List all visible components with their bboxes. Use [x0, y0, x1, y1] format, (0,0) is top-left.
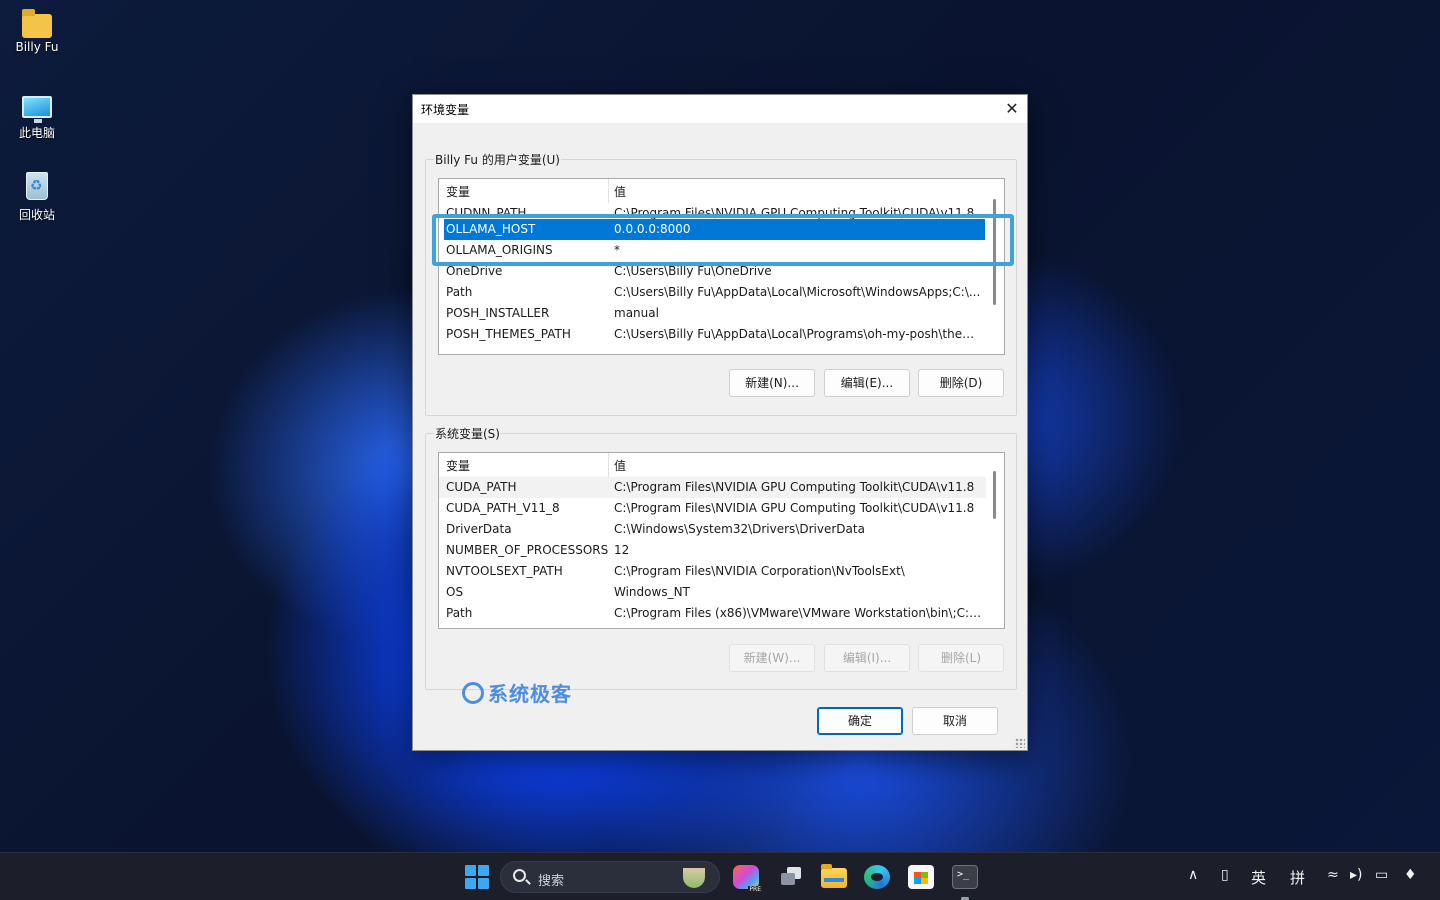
row-value: C:\Windows\System32\Drivers\DriverData	[614, 522, 865, 536]
list-row[interactable]: NVTOOLSEXT_PATH C:\Program Files\NVIDIA …	[439, 561, 986, 582]
desktop-icon-label: 回收站	[18, 208, 55, 222]
row-name: NUMBER_OF_PROCESSORS	[446, 543, 609, 557]
start-button[interactable]	[465, 865, 489, 889]
list-row[interactable]: POSH_THEMES_PATH C:\Users\Billy Fu\AppDa…	[439, 324, 986, 345]
column-header-value[interactable]: 值	[614, 457, 626, 474]
row-name: Path	[446, 606, 473, 620]
row-value: 12	[614, 543, 630, 557]
list-scrollbar[interactable]	[986, 179, 1004, 354]
system-variables-group: 系统变量(S) 变量 值 CUDA_PATH C:\Program Files\…	[425, 425, 1017, 690]
row-value: C:\Users\Billy Fu\OneDrive	[614, 264, 772, 278]
watermark-text: 系统极客	[488, 682, 572, 706]
user-delete-button[interactable]: 删除(D)	[918, 369, 1004, 397]
tray-chevron-icon[interactable]: ∧	[1188, 867, 1198, 883]
column-divider[interactable]	[608, 453, 609, 477]
cancel-button[interactable]: 取消	[912, 707, 998, 735]
row-value: C:\Users\Billy Fu\AppData\Local\Programs…	[614, 327, 984, 341]
list-row[interactable]: DriverData C:\Windows\System32\Drivers\D…	[439, 519, 986, 540]
row-value: C:\Users\Billy Fu\AppData\Local\Microsof…	[614, 285, 981, 299]
edge-icon[interactable]	[864, 865, 890, 889]
column-header-name[interactable]: 变量	[446, 183, 470, 200]
row-name: POSH_THEMES_PATH	[446, 327, 571, 341]
dialog-title: 环境变量	[421, 103, 470, 117]
row-name: NVTOOLSEXT_PATH	[446, 564, 563, 578]
task-view-icon[interactable]	[778, 865, 804, 889]
list-row[interactable]: CUDA_PATH_V11_8 C:\Program Files\NVIDIA …	[439, 498, 986, 519]
store-icon[interactable]	[908, 865, 934, 889]
resize-grip-icon[interactable]	[1015, 738, 1025, 748]
dialog-titlebar[interactable]: 环境变量 ✕	[413, 95, 1027, 123]
watermark-logo-icon	[462, 681, 484, 704]
taskbar-search[interactable]: 搜索	[500, 861, 720, 893]
list-row[interactable]: Path C:\Users\Billy Fu\AppData\Local\Mic…	[439, 282, 986, 303]
column-divider[interactable]	[608, 179, 609, 203]
column-header-value[interactable]: 值	[614, 183, 626, 200]
copilot-icon[interactable]	[733, 865, 762, 893]
list-row[interactable]: POSH_INSTALLER manual	[439, 303, 986, 324]
taskbar: 搜索 ∧ ▯ 英 拼 ≈ ▸) ▭ ♦	[0, 852, 1440, 900]
desktop-icon-recycle-bin[interactable]: 回收站	[2, 172, 72, 223]
row-value: C:\Program Files (x86)\VMware\VMware Wor…	[614, 606, 984, 620]
terminal-icon[interactable]	[952, 865, 978, 889]
highlight-annotation-box	[432, 214, 1014, 266]
battery-icon[interactable]: ▭	[1375, 867, 1388, 883]
list-header: 变量 值	[439, 453, 986, 477]
row-name: POSH_INSTALLER	[446, 306, 550, 320]
recycle-bin-icon	[26, 172, 48, 200]
list-row[interactable]: NUMBER_OF_PROCESSORS 12	[439, 540, 986, 561]
ok-button[interactable]: 确定	[817, 707, 903, 735]
desktop-icon-this-pc[interactable]: 此电脑	[2, 92, 72, 141]
ime-mode-indicator[interactable]: 拼	[1290, 867, 1305, 888]
system-edit-button[interactable]: 编辑(I)...	[824, 644, 910, 672]
user-variables-group: Billy Fu 的用户变量(U) 变量 值 CUDNN_PATH C:\Pro…	[425, 151, 1017, 416]
desktop-icon-label: 此电脑	[18, 126, 55, 140]
list-rows: CUDA_PATH C:\Program Files\NVIDIA GPU Co…	[439, 477, 986, 624]
search-icon	[513, 869, 526, 882]
close-icon[interactable]: ✕	[997, 95, 1027, 123]
search-highlight-icon	[683, 868, 705, 888]
wifi-icon[interactable]: ≈	[1327, 867, 1339, 883]
windows-logo-icon	[465, 865, 476, 876]
desktop-icon-label: Billy Fu	[15, 40, 59, 54]
row-name: CUDA_PATH	[446, 480, 517, 494]
system-new-button[interactable]: 新建(W)...	[729, 644, 815, 672]
row-value: C:\Program Files\NVIDIA GPU Computing To…	[614, 480, 975, 494]
system-variables-list[interactable]: 变量 值 CUDA_PATH C:\Program Files\NVIDIA G…	[438, 452, 1005, 629]
list-row[interactable]: OS Windows_NT	[439, 582, 986, 603]
bell-icon[interactable]: ♦	[1404, 867, 1417, 883]
file-explorer-icon[interactable]	[821, 864, 847, 888]
row-value: Windows_NT	[614, 585, 690, 599]
row-name: CUDA_PATH_V11_8	[446, 501, 560, 515]
user-edit-button[interactable]: 编辑(E)...	[824, 369, 910, 397]
environment-variables-dialog: 环境变量 ✕ Billy Fu 的用户变量(U) 变量 值 CUDNN_PATH…	[412, 94, 1028, 751]
row-name: OneDrive	[446, 264, 503, 278]
list-row[interactable]: Path C:\Program Files (x86)\VMware\VMwar…	[439, 603, 986, 624]
desktop-icon-billy-fu[interactable]: Billy Fu	[2, 9, 72, 54]
list-row[interactable]: CUDA_PATH C:\Program Files\NVIDIA GPU Co…	[439, 477, 986, 498]
watermark: 系统极客	[462, 678, 572, 707]
ime-language-indicator[interactable]: 英	[1251, 867, 1266, 888]
system-delete-button[interactable]: 删除(L)	[918, 644, 1004, 672]
user-variables-label: Billy Fu 的用户变量(U)	[434, 151, 561, 168]
column-header-name[interactable]: 变量	[446, 457, 470, 474]
row-name: OS	[446, 585, 464, 599]
scrollbar-thumb[interactable]	[993, 471, 996, 519]
row-value: manual	[614, 306, 659, 320]
row-name: Path	[446, 285, 473, 299]
row-value: C:\Program Files\NVIDIA Corporation\NvTo…	[614, 564, 905, 578]
row-name: DriverData	[446, 522, 512, 536]
usb-icon[interactable]: ▯	[1221, 867, 1229, 883]
system-variables-label: 系统变量(S)	[434, 425, 501, 442]
list-scrollbar[interactable]	[986, 453, 1004, 628]
search-placeholder: 搜索	[538, 874, 565, 889]
user-variables-list[interactable]: 变量 值 CUDNN_PATH C:\Program Files\NVIDIA …	[438, 178, 1005, 355]
volume-icon[interactable]: ▸)	[1350, 867, 1363, 883]
computer-icon	[22, 96, 52, 123]
folder-icon	[22, 9, 52, 38]
user-new-button[interactable]: 新建(N)...	[729, 369, 815, 397]
row-value: C:\Program Files\NVIDIA GPU Computing To…	[614, 501, 975, 515]
list-header: 变量 值	[439, 179, 986, 203]
